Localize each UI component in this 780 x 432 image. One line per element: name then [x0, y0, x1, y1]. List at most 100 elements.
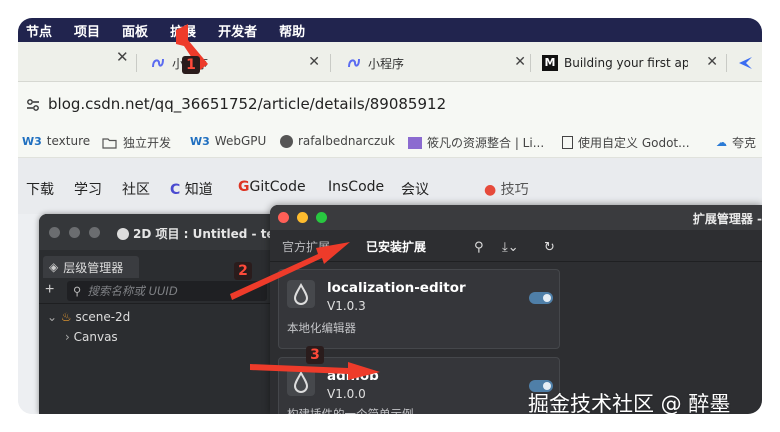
hierarchy-tab-label: 层级管理器 — [63, 260, 124, 275]
tree-label: Canvas — [73, 330, 118, 344]
bookmark-label: rafalbednarczuk — [298, 134, 395, 148]
annotation-badge: 3 — [306, 346, 324, 364]
globe-icon — [280, 134, 293, 148]
tree-label: scene-2d — [75, 310, 131, 324]
hierarchy-toolbar: + ⚲ 搜索名称或 UUID — [39, 278, 309, 304]
app-icon[interactable] — [738, 56, 754, 70]
search-placeholder: 搜索名称或 UUID — [87, 284, 178, 298]
tab-label: 官方扩展 — [282, 240, 331, 254]
extension-manager-title: 扩展管理器 - — [692, 212, 762, 226]
site-settings-icon[interactable] — [26, 98, 40, 112]
menu-help[interactable]: 帮助 — [279, 21, 305, 40]
nav-label: 知道 — [184, 182, 213, 198]
extension-description: 构建插件的一个简单示例 — [287, 407, 414, 414]
window-close-button[interactable] — [49, 227, 60, 238]
tab-divider — [136, 54, 137, 72]
annotation-badge: 2 — [234, 262, 252, 280]
chevron-down-icon: ⌄ — [333, 240, 344, 254]
extension-name: localization-editor — [327, 280, 466, 296]
bookmark-webgpu[interactable]: W3 WebGPU — [190, 134, 266, 148]
chevron-down-icon[interactable]: ⌄ — [47, 310, 57, 324]
extension-description: 本地化编辑器 — [287, 321, 356, 335]
menu-developer[interactable]: 开发者 — [218, 21, 257, 40]
tab-close-icon[interactable]: ✕ — [706, 54, 718, 70]
editor-title-bar: 2D 项目 : Untitled - tet — [39, 214, 309, 250]
nav-meeting[interactable]: 会议 — [401, 179, 429, 199]
tab-close-icon[interactable]: ✕ — [308, 54, 320, 70]
tab-mini-program-1[interactable]: 小程序 ✕ — [150, 48, 328, 78]
bookmark-label: WebGPU — [214, 134, 267, 148]
doc-icon — [562, 136, 573, 149]
site-icon — [408, 136, 422, 149]
bookmark-label: 筱凡の资源整合 | Li... — [427, 136, 545, 150]
address-bar: blog.csdn.net/qq_36651752/article/detail… — [18, 82, 762, 128]
bookmark-texture[interactable]: W3 texture — [22, 134, 90, 148]
extension-enable-toggle[interactable] — [529, 292, 553, 304]
app-icon — [152, 58, 164, 68]
bookmark-label: 使用自定义 Godot... — [578, 136, 690, 150]
tree-node-canvas[interactable]: › Canvas — [65, 330, 118, 344]
nav-download[interactable]: 下载 — [26, 179, 54, 199]
tree-node-scene[interactable]: ⌄ ♨ scene-2d — [47, 310, 130, 324]
bookmark-label: 夸克 — [732, 136, 757, 150]
tab-label: 小程序 — [368, 56, 405, 71]
extension-manager-title-bar: 扩展管理器 - — [270, 205, 762, 230]
bookmark-resources[interactable]: 筱凡の资源整合 | Li... — [408, 134, 544, 151]
cloud-icon: ☁ — [716, 136, 727, 149]
scene-icon: ♨ — [60, 310, 72, 324]
bookmark-label: 独立开发 — [123, 136, 172, 150]
cocos-icon — [117, 228, 129, 240]
nav-gitcode[interactable]: GGitCode — [238, 179, 306, 195]
nav-label: 技巧 — [500, 182, 529, 198]
bookmark-indie-dev[interactable]: 独立开发 — [102, 134, 171, 151]
add-node-icon[interactable]: + — [45, 281, 54, 299]
editor-title: 2D 项目 : Untitled - tet — [117, 225, 280, 242]
app-icon — [348, 58, 360, 68]
window-minimize-button[interactable] — [69, 227, 80, 238]
nav-tips[interactable]: ● 技巧 — [484, 179, 529, 199]
extension-version: V1.0.3 — [327, 299, 366, 313]
import-icon[interactable]: ⤓⌄ — [502, 239, 519, 255]
url-text[interactable]: blog.csdn.net/qq_36651752/article/detail… — [48, 95, 446, 113]
menu-project[interactable]: 项目 — [74, 21, 100, 40]
editor-title-label: 2D 项目 : Untitled - tet — [133, 227, 281, 241]
bookmark-rafal[interactable]: rafalbednarczuk — [280, 134, 395, 148]
tab-hierarchy[interactable]: ◈ 层级管理器 — [43, 256, 139, 278]
nav-inscode[interactable]: InsCode — [328, 179, 384, 195]
menu-extension[interactable]: 扩展 — [170, 21, 196, 40]
menu-panel[interactable]: 面板 — [122, 21, 148, 40]
w3-icon: W3 — [190, 134, 210, 148]
extension-icon — [287, 280, 315, 308]
tab-label: Building your first app — [564, 56, 688, 70]
tab-close-icon[interactable]: ✕ — [514, 54, 526, 70]
watermark: 掘金技术社区 @ 醉墨 — [528, 392, 731, 414]
tab-close-icon[interactable]: ✕ — [116, 48, 129, 66]
layers-icon: ◈ — [49, 260, 59, 274]
tab-building-app[interactable]: M Building your first app ✕ — [542, 48, 718, 78]
tab-divider — [330, 54, 331, 72]
extension-name: admob — [327, 368, 379, 384]
window-close-button[interactable] — [278, 212, 289, 223]
tab-installed-extensions[interactable]: 已安装扩展 — [366, 238, 426, 255]
extension-card-admob[interactable]: admob V1.0.0 构建插件的一个简单示例 — [278, 357, 560, 414]
browser-tab-strip: ✕ 小程序 ✕ 小程序 ✕ M Building your first app … — [18, 42, 762, 82]
tab-official-extensions[interactable]: 官方扩展 ⌄ — [282, 238, 344, 255]
bookmark-godot[interactable]: 使用自定义 Godot... — [562, 134, 690, 151]
window-minimize-button[interactable] — [297, 212, 308, 223]
hierarchy-search-input[interactable]: ⚲ 搜索名称或 UUID — [67, 281, 267, 301]
nav-learn[interactable]: 学习 — [74, 179, 102, 199]
screenshot-frame: 节点 项目 面板 扩展 开发者 帮助 ✕ 小程序 ✕ 小程序 ✕ M Build… — [18, 18, 762, 414]
window-zoom-button[interactable] — [89, 227, 100, 238]
search-icon[interactable]: ⚲ — [474, 239, 484, 255]
extension-card-localization[interactable]: localization-editor V1.0.3 本地化编辑器 — [278, 269, 560, 349]
nav-zhidao[interactable]: C 知道 — [170, 179, 213, 199]
editor-window: 2D 项目 : Untitled - tet ◈ 层级管理器 + ⚲ 搜索名称或… — [39, 214, 309, 414]
tab-mini-program-2[interactable]: 小程序 ✕ — [346, 48, 526, 78]
menu-node[interactable]: 节点 — [26, 21, 52, 40]
window-zoom-button[interactable] — [316, 212, 327, 223]
tab-divider — [726, 54, 727, 72]
nav-community[interactable]: 社区 — [122, 179, 150, 199]
refresh-icon[interactable]: ↻ — [544, 239, 555, 255]
bookmark-quark[interactable]: ☁ 夸克 — [716, 134, 756, 151]
chevron-right-icon[interactable]: › — [65, 330, 70, 344]
